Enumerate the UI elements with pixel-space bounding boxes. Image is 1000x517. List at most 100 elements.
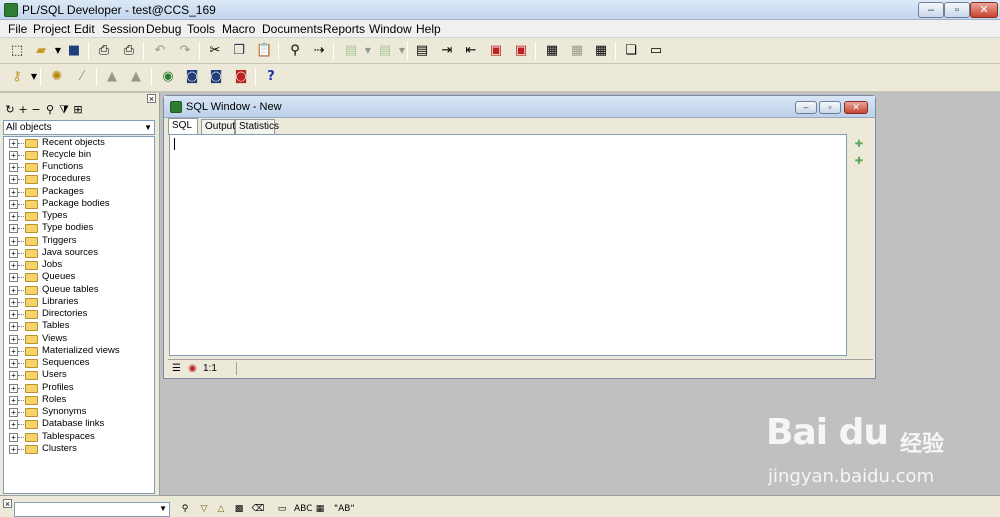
tree-item[interactable]: + Package bodies <box>4 198 154 210</box>
menu-session[interactable]: Session <box>102 22 145 36</box>
comment-icon[interactable]: ▤ <box>414 43 430 59</box>
chevron-down-icon[interactable]: ▼ <box>159 504 167 513</box>
menu-reports[interactable]: Reports <box>323 22 365 36</box>
query-builder-icon[interactable]: ▦ <box>544 43 560 59</box>
execute-dropdown-icon[interactable]: ▼ <box>360 43 376 59</box>
tree-item[interactable]: + Queues <box>4 271 154 283</box>
menu-tools[interactable]: Tools <box>187 22 215 36</box>
rollback-icon[interactable]: ▲ <box>128 69 144 85</box>
expand-icon[interactable]: + <box>9 261 18 270</box>
chevron-down-icon[interactable]: ▼ <box>144 121 152 134</box>
expand-icon[interactable]: + <box>9 249 18 258</box>
stop-icon[interactable]: ◉ <box>186 363 199 374</box>
find-previous-icon[interactable]: △ <box>214 503 228 516</box>
psql-icon[interactable]: ◙ <box>184 69 200 85</box>
tab-statistics[interactable]: Statistics <box>235 119 279 134</box>
beautifier-icon[interactable]: ▦ <box>593 43 609 59</box>
redo-icon[interactable]: ↷ <box>177 43 193 59</box>
expand-icon[interactable]: + <box>9 237 18 246</box>
sql-window-close-button[interactable]: ✕ <box>844 101 868 114</box>
sql-editor[interactable] <box>169 134 847 356</box>
menu-debug[interactable]: Debug <box>146 22 181 36</box>
find-icon[interactable]: ⚲ <box>44 104 56 116</box>
maximize-button[interactable]: ▫ <box>944 2 970 18</box>
close-button[interactable]: ✕ <box>970 2 998 18</box>
session-icon[interactable]: ◙ <box>208 69 224 85</box>
tree-item[interactable]: + Synonyms <box>4 406 154 418</box>
tree-item[interactable]: + Clusters <box>4 443 154 455</box>
sql-window-title-bar[interactable]: SQL Window - New – ▫ ✕ <box>164 96 875 118</box>
open-icon[interactable]: ▰ <box>33 43 49 59</box>
expand-icon[interactable]: + <box>9 433 18 442</box>
add-icon[interactable]: ✚ <box>852 139 866 151</box>
expand-icon[interactable]: + <box>9 322 18 331</box>
expand-icon[interactable]: + <box>9 286 18 295</box>
add-icon[interactable]: + <box>17 104 29 116</box>
expand-icon[interactable]: + <box>9 188 18 197</box>
find-input[interactable]: ▼ <box>14 502 170 517</box>
tree-item[interactable]: + Procedures <box>4 173 154 185</box>
wand-icon[interactable]: ⁄ <box>74 69 90 85</box>
menu-macro[interactable]: Macro <box>222 22 255 36</box>
indent-icon[interactable]: ⇥ <box>439 43 455 59</box>
menu-documents[interactable]: Documents <box>262 22 323 36</box>
uppercase-icon[interactable]: ▣ <box>488 43 504 59</box>
cut-icon[interactable]: ✂ <box>207 43 223 59</box>
tree-item[interactable]: + Recycle bin <box>4 149 154 161</box>
key-icon[interactable]: ⚷ <box>9 69 25 85</box>
find-icon[interactable]: ⚲ <box>287 43 303 59</box>
object-filter-select[interactable]: All objects ▼ <box>3 120 155 135</box>
tree-item[interactable]: + Libraries <box>4 296 154 308</box>
tree-item[interactable]: + Directories <box>4 308 154 320</box>
execute-icon[interactable]: ▤ <box>343 43 359 59</box>
user-icon[interactable]: ◉ <box>160 69 176 85</box>
undo-icon[interactable]: ↶ <box>152 43 168 59</box>
menu-file[interactable]: File <box>8 22 27 36</box>
expand-icon[interactable]: + <box>9 139 18 148</box>
lowercase-icon[interactable]: ▣ <box>513 43 529 59</box>
help-icon[interactable]: ? <box>263 69 279 85</box>
menu-edit[interactable]: Edit <box>74 22 95 36</box>
expand-icon[interactable]: + <box>9 310 18 319</box>
new-icon[interactable]: ⬚ <box>9 43 25 59</box>
expand-icon[interactable]: + <box>9 200 18 209</box>
tree-item[interactable]: + Tables <box>4 320 154 332</box>
expand-icon[interactable]: + <box>9 163 18 172</box>
tree-item[interactable]: + Recent objects <box>4 137 154 149</box>
add-icon[interactable]: ✚ <box>852 156 866 168</box>
commit-icon[interactable]: ▲ <box>104 69 120 85</box>
tab-sql[interactable]: SQL <box>168 118 198 135</box>
expand-icon[interactable]: + <box>9 151 18 160</box>
tree-item[interactable]: + Roles <box>4 394 154 406</box>
tree-item[interactable]: + Sequences <box>4 357 154 369</box>
print-setup-icon[interactable]: ⎙ <box>121 43 137 59</box>
close-icon[interactable]: × <box>3 499 12 509</box>
highlight-icon[interactable]: ▩ <box>232 503 246 516</box>
tree-item[interactable]: + Java sources <box>4 247 154 259</box>
expand-icon[interactable]: + <box>9 335 18 344</box>
tab-output[interactable]: Output <box>201 119 235 134</box>
tree-item[interactable]: + Functions <box>4 161 154 173</box>
expand-icon[interactable]: + <box>9 420 18 429</box>
window-list-icon[interactable]: ❏ <box>623 43 639 59</box>
tree-item[interactable]: + Database links <box>4 418 154 430</box>
expand-icon[interactable]: + <box>9 384 18 393</box>
tree-item[interactable]: + Types <box>4 210 154 222</box>
compile-icon[interactable]: ✺ <box>49 69 65 85</box>
remove-icon[interactable]: − <box>30 104 42 116</box>
expand-icon[interactable]: + <box>9 224 18 233</box>
next-icon[interactable]: ▤ <box>377 43 393 59</box>
expand-icon[interactable]: + <box>9 273 18 282</box>
whole-word-icon[interactable]: ▦ <box>313 503 327 516</box>
close-icon[interactable]: × <box>147 94 156 104</box>
folder-settings-icon[interactable]: ⊞ <box>72 104 84 116</box>
tree-item[interactable]: + Type bodies <box>4 222 154 234</box>
sql-window-maximize-button[interactable]: ▫ <box>819 101 841 114</box>
expand-icon[interactable]: + <box>9 298 18 307</box>
expand-icon[interactable]: + <box>9 396 18 405</box>
match-case-toggle[interactable]: ABC <box>294 503 312 516</box>
tree-item[interactable]: + Materialized views <box>4 345 154 357</box>
tree-item[interactable]: + Tablespaces <box>4 431 154 443</box>
selection-icon[interactable]: ▭ <box>275 503 289 516</box>
tree-item[interactable]: + Triggers <box>4 235 154 247</box>
